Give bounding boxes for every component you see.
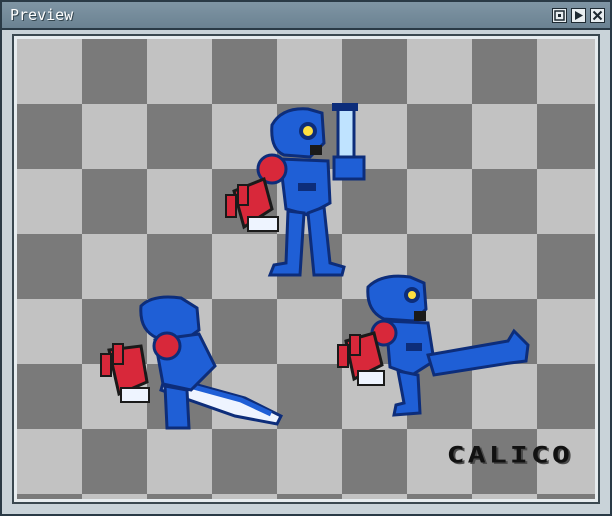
robot-sprite-aiming: [225, 103, 366, 277]
robot-sprite-slashing: [100, 295, 284, 430]
close-button[interactable]: [590, 8, 605, 23]
preview-window: Preview CALICO: [0, 0, 612, 516]
play-icon: [575, 11, 583, 20]
calico-logo: CALICO: [446, 442, 573, 469]
robot-sprite-kicking: [337, 274, 530, 417]
fit-icon: [554, 10, 565, 21]
window-title: Preview: [10, 6, 74, 24]
fit-view-button[interactable]: [552, 8, 567, 23]
play-button[interactable]: [571, 8, 586, 23]
preview-frame: CALICO: [12, 34, 600, 504]
title-bar[interactable]: Preview: [2, 2, 610, 30]
preview-canvas[interactable]: CALICO: [17, 39, 595, 499]
close-icon: [592, 10, 603, 21]
